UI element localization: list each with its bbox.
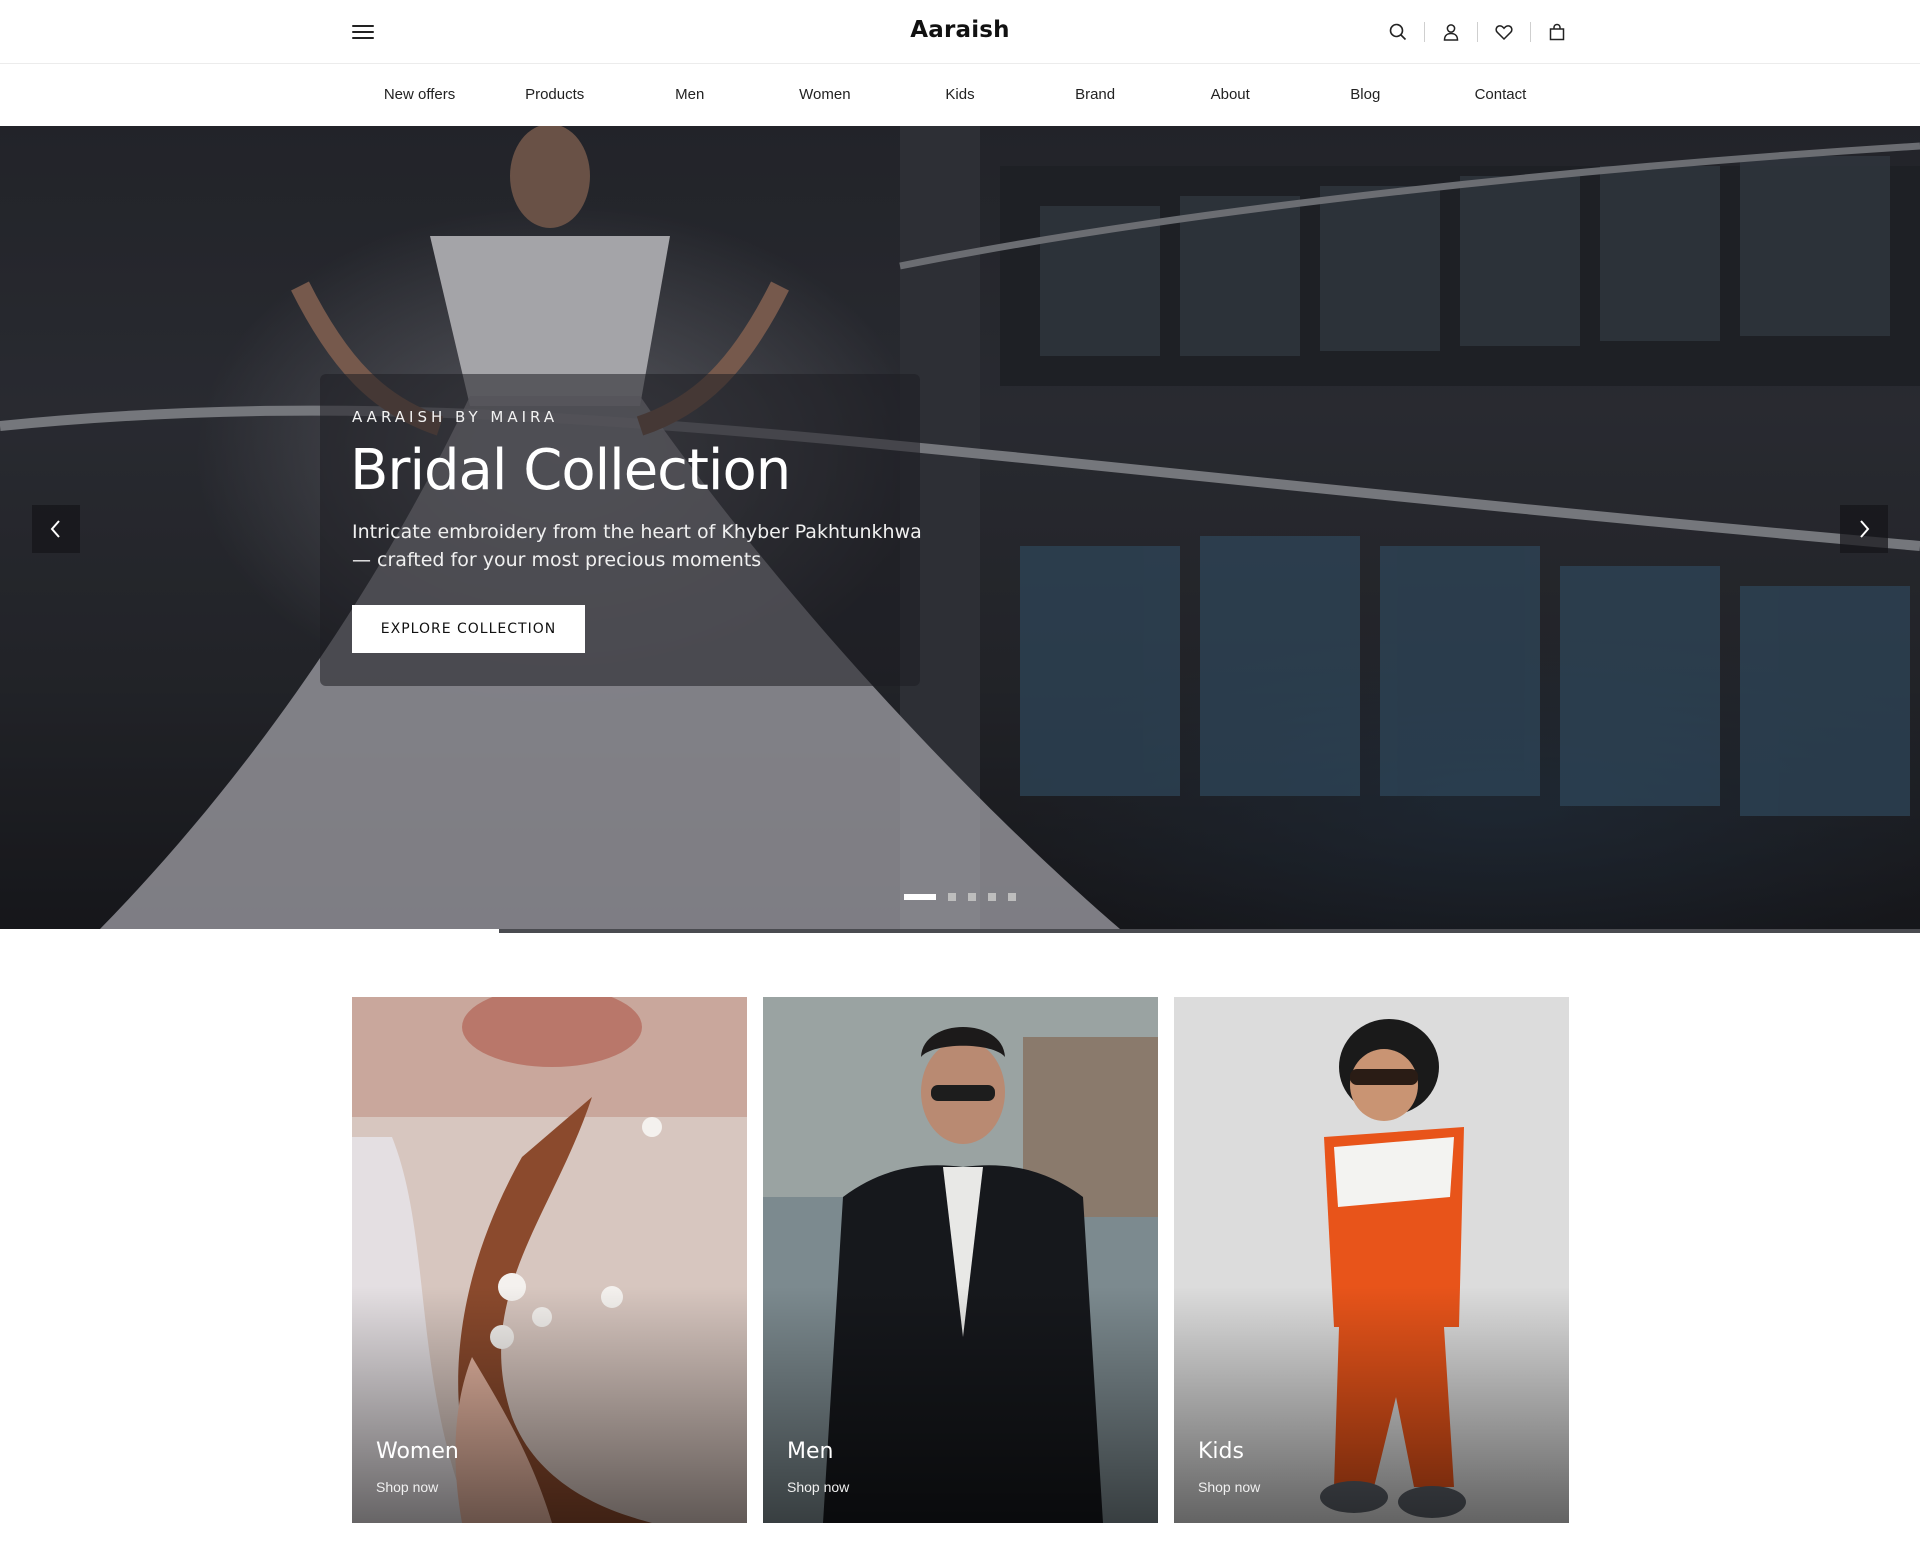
prev-slide-button[interactable] xyxy=(32,505,80,553)
search-icon[interactable] xyxy=(1384,18,1412,46)
category-card-men[interactable]: Men Shop now xyxy=(763,997,1158,1523)
shop-now-link[interactable]: Shop now xyxy=(1198,1479,1260,1495)
chevron-right-icon xyxy=(1860,520,1870,538)
site-header: Aaraish xyxy=(0,0,1920,64)
hero-slider: AARAISH BY MAIRA Bridal Collection Intri… xyxy=(0,126,1920,929)
nav-item-new-offers[interactable]: New offers xyxy=(352,64,487,126)
slider-progress-fill xyxy=(0,929,500,933)
category-card-kids[interactable]: Kids Shop now xyxy=(1174,997,1569,1523)
nav-item-women[interactable]: Women xyxy=(757,64,892,126)
shop-now-link[interactable]: Shop now xyxy=(787,1479,849,1495)
bag-icon[interactable] xyxy=(1543,18,1571,46)
hero-subtitle: Intricate embroidery from the heart of K… xyxy=(352,521,922,571)
divider xyxy=(1424,22,1425,42)
divider xyxy=(1477,22,1478,42)
slider-pagination xyxy=(904,893,1028,901)
chevron-left-icon xyxy=(50,520,60,538)
slide-dot-5[interactable] xyxy=(1008,893,1016,901)
nav-item-about[interactable]: About xyxy=(1163,64,1298,126)
next-slide-button[interactable] xyxy=(1840,505,1888,553)
hero-eyebrow: AARAISH BY MAIRA xyxy=(352,408,559,426)
nav-item-contact[interactable]: Contact xyxy=(1433,64,1568,126)
nav-item-brand[interactable]: Brand xyxy=(1028,64,1163,126)
divider xyxy=(1530,22,1531,42)
header-tools xyxy=(1384,18,1571,46)
category-title: Men xyxy=(787,1439,834,1464)
main-nav: New offers Products Men Women Kids Brand… xyxy=(0,64,1920,126)
nav-list: New offers Products Men Women Kids Brand… xyxy=(352,64,1568,126)
user-icon[interactable] xyxy=(1437,18,1465,46)
menu-icon[interactable] xyxy=(352,22,374,42)
shop-now-link[interactable]: Shop now xyxy=(376,1479,438,1495)
slide-dot-2[interactable] xyxy=(948,893,956,901)
slide-dot-3[interactable] xyxy=(968,893,976,901)
slide-dot-1[interactable] xyxy=(904,894,936,900)
explore-collection-button[interactable]: EXPLORE COLLECTION xyxy=(352,605,585,653)
nav-item-kids[interactable]: Kids xyxy=(892,64,1027,126)
category-title: Women xyxy=(376,1439,459,1464)
slider-progress xyxy=(0,929,1920,933)
hero-title: Bridal Collection xyxy=(350,438,791,503)
site-logo[interactable]: Aaraish xyxy=(860,17,1060,43)
category-title: Kids xyxy=(1198,1439,1244,1464)
hero-overlay xyxy=(0,126,1920,929)
heart-icon[interactable] xyxy=(1490,18,1518,46)
slide-dot-4[interactable] xyxy=(988,893,996,901)
nav-item-blog[interactable]: Blog xyxy=(1298,64,1433,126)
nav-item-products[interactable]: Products xyxy=(487,64,622,126)
category-card-women[interactable]: Women Shop now xyxy=(352,997,747,1523)
nav-item-men[interactable]: Men xyxy=(622,64,757,126)
